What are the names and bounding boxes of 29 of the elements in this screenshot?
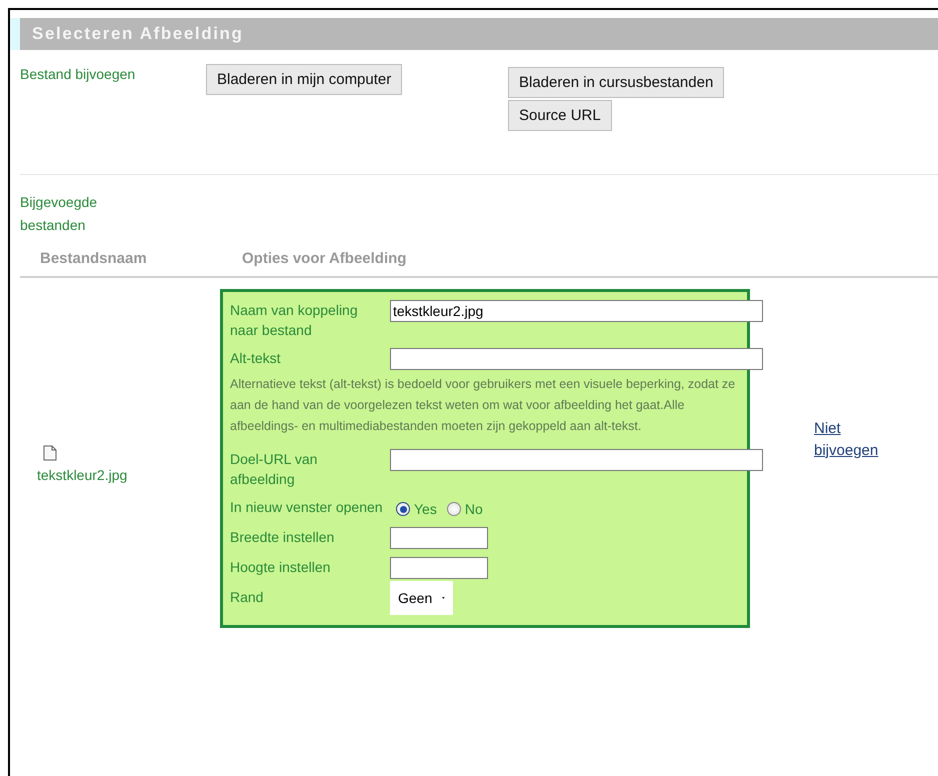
field-label: Naam van koppeling naar bestand bbox=[230, 301, 359, 340]
remove-link[interactable]: Niet bijvoegen bbox=[814, 418, 894, 462]
browse-button[interactable]: Bladeren in mijn computer bbox=[206, 64, 402, 95]
field-label: Alt-tekst bbox=[230, 349, 282, 368]
radio-button[interactable] bbox=[396, 502, 410, 516]
field-label: Breedte instellen bbox=[230, 528, 336, 547]
field-label: Doel-URL van afbeelding bbox=[230, 450, 318, 489]
browse-button[interactable]: Source URL bbox=[508, 100, 612, 131]
field-label: Hoogte instellen bbox=[230, 558, 332, 577]
section-header: Selecteren Afbeelding bbox=[10, 18, 938, 50]
text-field[interactable] bbox=[390, 449, 763, 471]
radio-button[interactable] bbox=[446, 502, 461, 516]
section-label: Bijgevoegde bestanden bbox=[20, 193, 98, 235]
text-field[interactable]: tekstkleur2.jpg bbox=[390, 300, 763, 322]
border-dropdown[interactable]: Geen bbox=[390, 581, 453, 615]
number-field[interactable] bbox=[390, 527, 488, 549]
field-label: Rand bbox=[230, 588, 264, 607]
number-field[interactable] bbox=[390, 557, 488, 579]
text-field[interactable] bbox=[390, 348, 763, 370]
file-icon bbox=[43, 444, 57, 460]
radio-label: Yes bbox=[414, 500, 437, 519]
browse-button[interactable]: Bladeren in cursusbestanden bbox=[508, 67, 724, 98]
field-label: Bestand bijvoegen bbox=[20, 65, 136, 84]
field-label: In nieuw venster openen bbox=[230, 498, 384, 517]
column-header: Opties voor Afbeelding bbox=[242, 250, 408, 267]
column-header: Bestandsnaam bbox=[40, 250, 148, 267]
radio-label: No bbox=[464, 500, 483, 519]
help-text: Alternatieve tekst (alt-tekst) is bedoeld voor gebruikers met een visuele beperking, zodat ze aan de hand van de voorgelezen tekst weten om wat voor afbeelding het gaat.Alle afbeeldings- en multimediabestanden moeten zijn gekoppeld aan alt-tekst. bbox=[230, 376, 736, 435]
file-name: tekstkleur2.jpg bbox=[37, 466, 128, 482]
